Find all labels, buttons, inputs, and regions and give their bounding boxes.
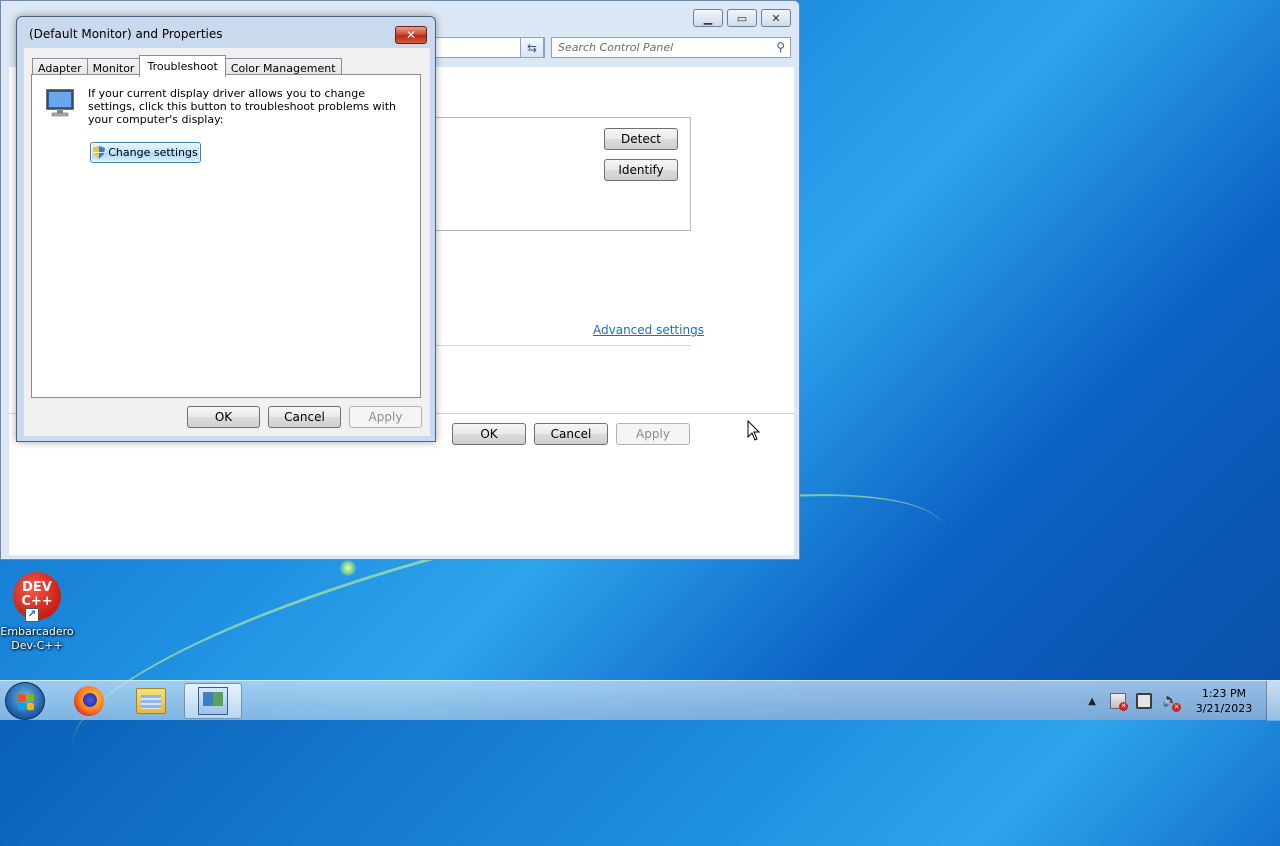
refresh-button[interactable]: ⇆ xyxy=(520,37,544,58)
dialog-close-button[interactable]: ✕ xyxy=(395,26,427,44)
devcpp-logo-text: C++ xyxy=(21,594,53,609)
change-settings-button[interactable]: Change settings xyxy=(90,142,201,163)
search-icon[interactable]: ⚲ xyxy=(776,40,785,54)
desktop-icon-devcpp[interactable]: DEV C++ ↗ Embarcadero Dev-C++ xyxy=(0,572,74,653)
ok-button[interactable]: OK xyxy=(452,423,526,445)
divider xyxy=(433,345,691,346)
start-button[interactable] xyxy=(5,682,45,720)
control-panel-icon xyxy=(198,687,228,715)
advanced-settings-link[interactable]: Advanced settings xyxy=(593,323,704,337)
troubleshoot-description: If your current display driver allows yo… xyxy=(88,87,396,126)
minimize-button[interactable]: ▁ xyxy=(693,9,723,27)
dialog-cancel-button[interactable]: Cancel xyxy=(268,406,341,428)
uac-shield-icon xyxy=(93,146,106,159)
apply-button[interactable]: Apply xyxy=(616,423,690,445)
clock-time: 1:23 PM xyxy=(1201,687,1247,700)
devcpp-icon: DEV C++ ↗ xyxy=(13,572,61,622)
monitor-properties-dialog: (Default Monitor) and Properties ✕ Adapt… xyxy=(16,16,436,442)
taskbar-item-explorer[interactable] xyxy=(122,683,180,719)
devcpp-logo-text: DEV xyxy=(22,580,52,595)
window-caption-buttons: ▁ ▭ ✕ xyxy=(693,9,791,27)
action-center-icon[interactable]: ✕ xyxy=(1110,693,1128,711)
shortcut-arrow-icon: ↗ xyxy=(25,608,39,622)
clock[interactable]: 1:23 PM 3/21/2023 xyxy=(1194,686,1254,716)
dialog-apply-button[interactable]: Apply xyxy=(349,406,422,428)
show-hidden-icons-icon[interactable]: ▲ xyxy=(1088,696,1096,707)
show-desktop-button[interactable] xyxy=(1266,681,1280,721)
wallpaper-glow xyxy=(340,560,356,576)
clock-date: 3/21/2023 xyxy=(1195,702,1253,715)
tab-troubleshoot[interactable]: Troubleshoot xyxy=(139,55,226,77)
troubleshoot-panel: If your current display driver allows yo… xyxy=(31,74,421,398)
search-input[interactable]: Search Control Panel ⚲ xyxy=(551,37,791,58)
taskbar-item-control-panel[interactable] xyxy=(184,683,242,719)
window-close-button[interactable]: ✕ xyxy=(761,9,791,27)
cancel-button[interactable]: Cancel xyxy=(534,423,608,445)
monitor-icon xyxy=(46,89,74,117)
maximize-button[interactable]: ▭ xyxy=(727,9,757,27)
search-placeholder: Search Control Panel xyxy=(558,41,674,54)
dialog-title: (Default Monitor) and Properties xyxy=(29,27,223,41)
tab-strip: Adapter Monitor Troubleshoot Color Manag… xyxy=(32,55,342,77)
windows-logo-icon xyxy=(18,694,34,710)
volume-muted-icon[interactable]: 🔈 ✕ xyxy=(1162,693,1181,712)
identify-button[interactable]: Identify xyxy=(604,159,678,181)
firefox-icon xyxy=(74,686,104,716)
detect-button[interactable]: Detect xyxy=(604,128,678,150)
refresh-icon: ⇆ xyxy=(526,40,538,55)
mouse-cursor-icon xyxy=(747,420,761,441)
change-settings-label: Change settings xyxy=(108,146,198,159)
taskbar: ▲ ✕ 🔈 ✕ 1:23 PM 3/21/2023 xyxy=(0,680,1280,721)
network-icon[interactable] xyxy=(1136,693,1152,709)
dialog-body: Adapter Monitor Troubleshoot Color Manag… xyxy=(24,48,430,436)
desktop-icon-label: Embarcadero Dev-C++ xyxy=(0,625,74,652)
dialog-ok-button[interactable]: OK xyxy=(187,406,260,428)
taskbar-item-firefox[interactable] xyxy=(60,683,118,719)
system-tray: ▲ ✕ 🔈 ✕ 1:23 PM 3/21/2023 xyxy=(1088,681,1280,721)
folder-icon xyxy=(136,688,166,714)
